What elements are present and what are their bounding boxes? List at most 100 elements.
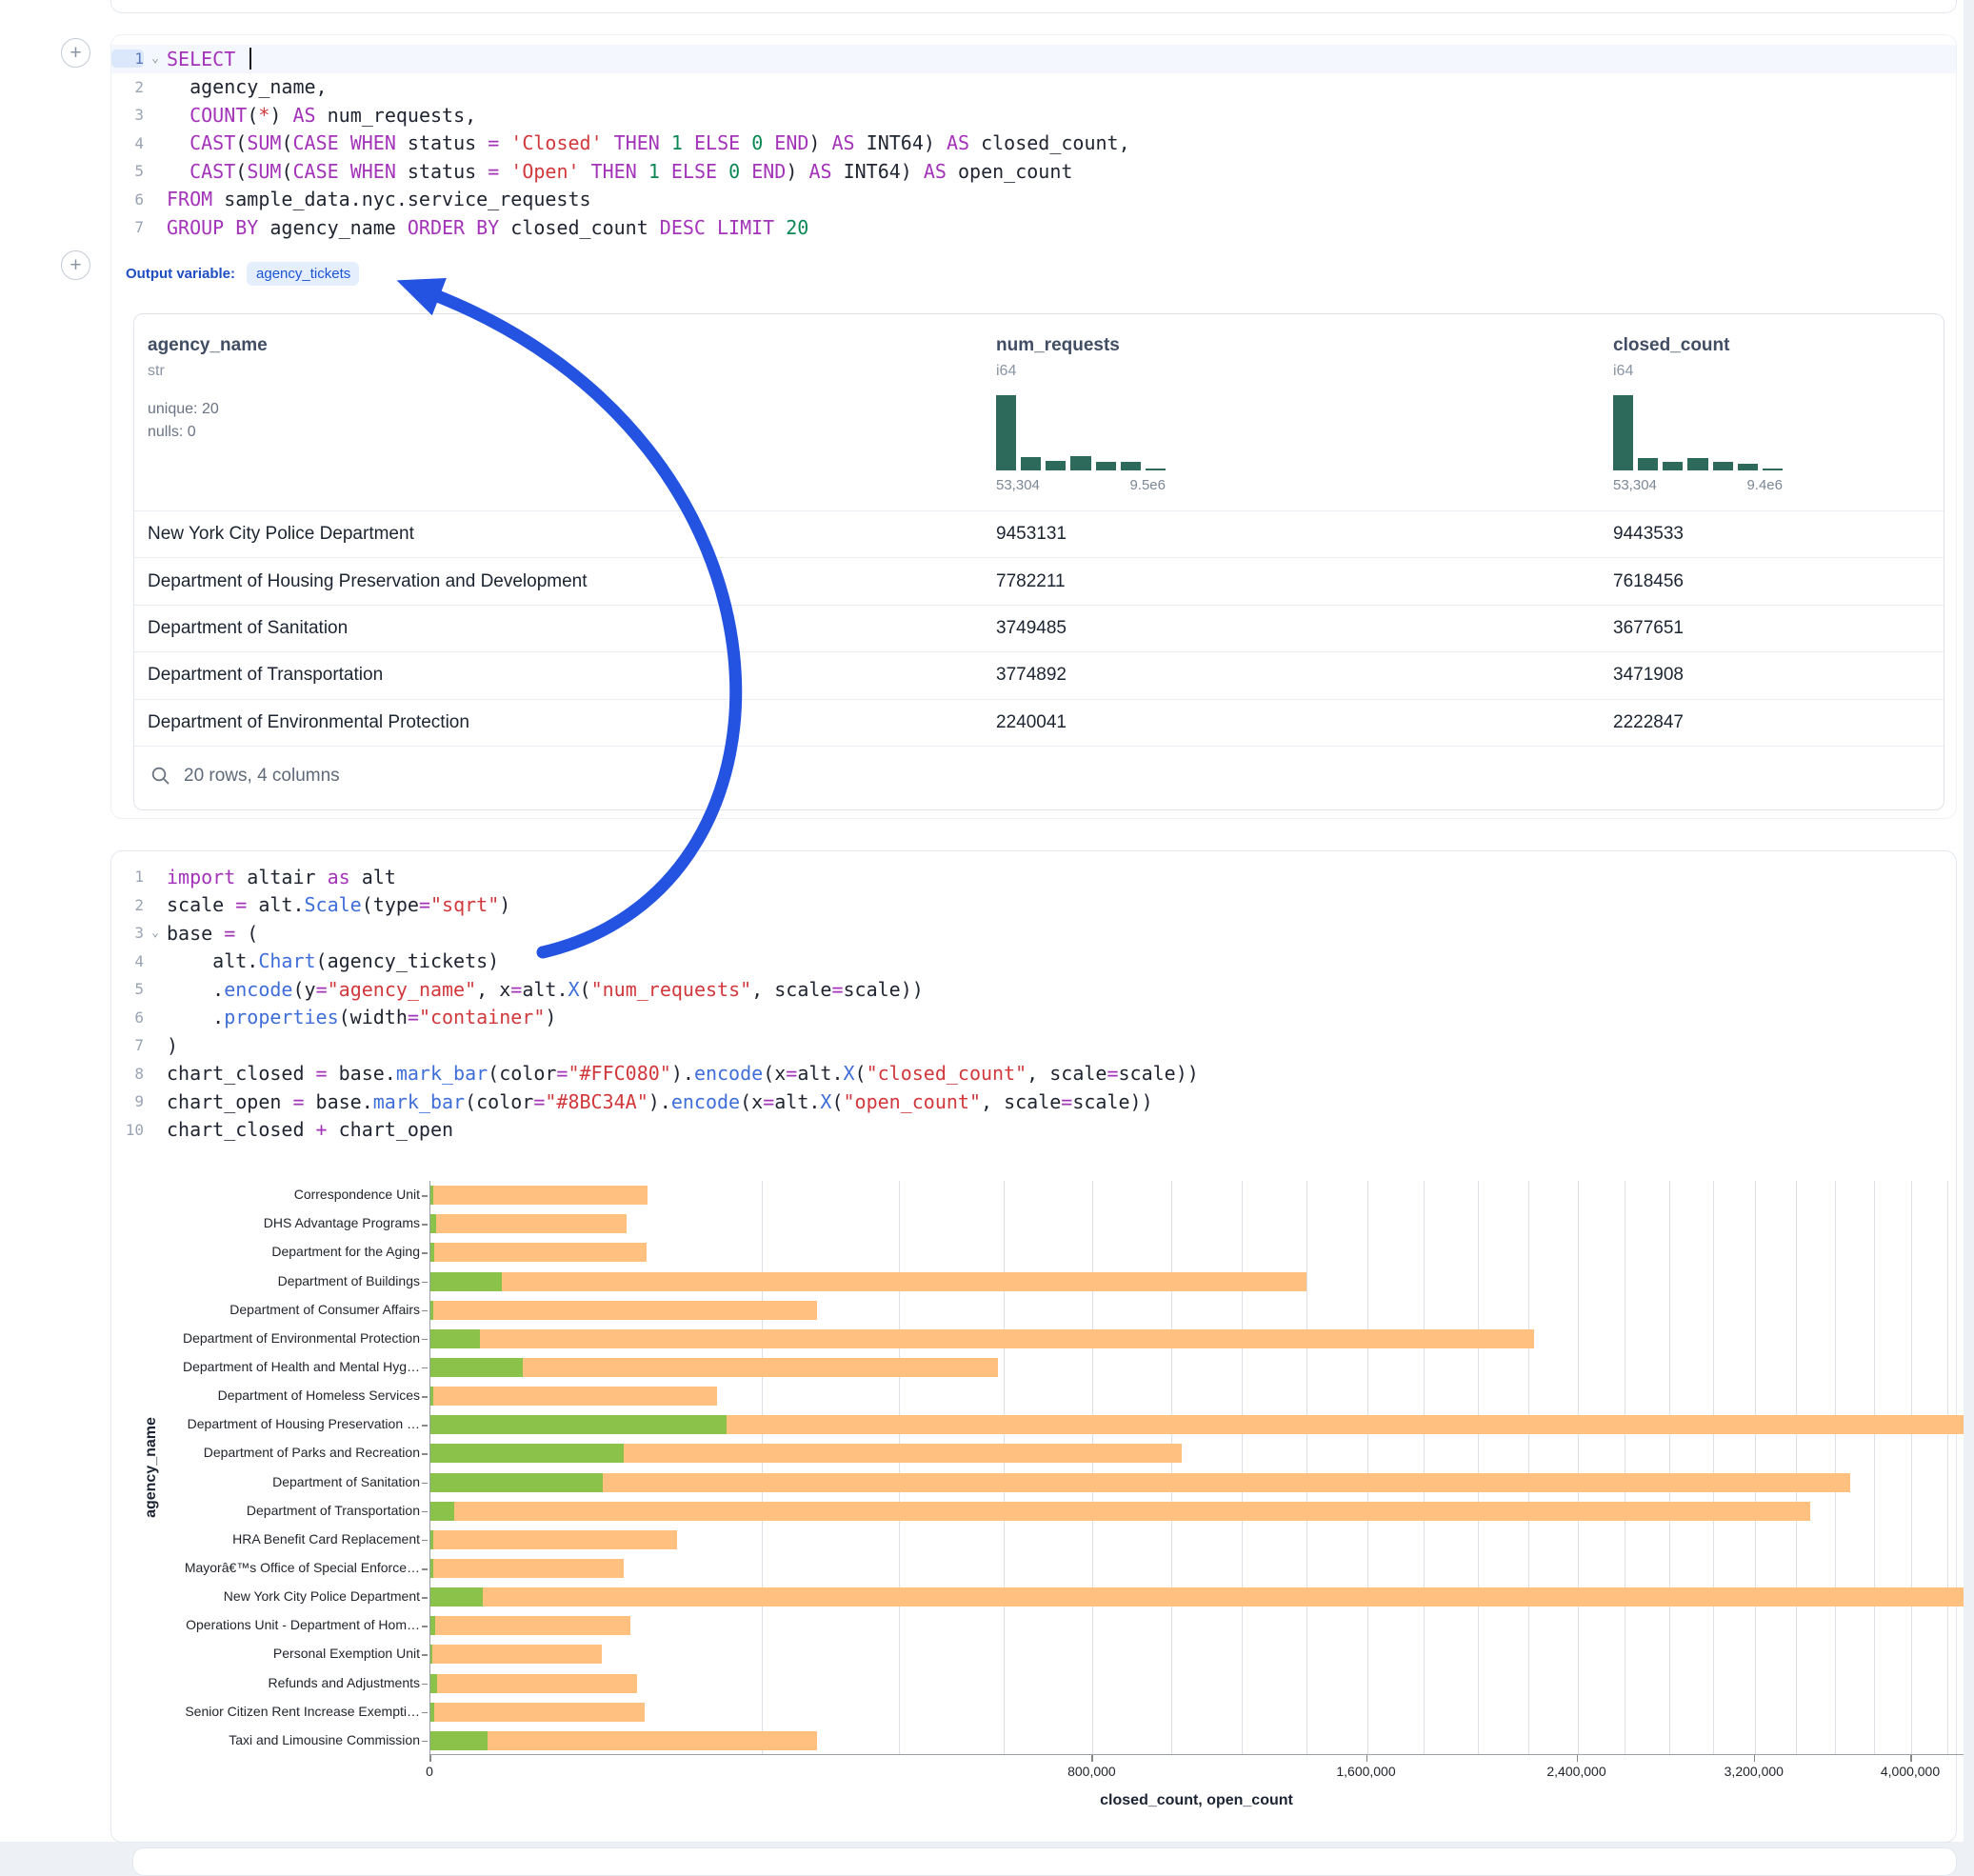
table-row[interactable]: Department of Environmental Protection22… bbox=[134, 699, 1944, 746]
table-row[interactable]: Department of Transportation377489234719… bbox=[134, 651, 1944, 698]
chart-plot-area bbox=[429, 1181, 1964, 1755]
column-type: i64 bbox=[996, 363, 1613, 380]
line-number: 5 bbox=[111, 980, 144, 998]
add-cell-button-middle[interactable]: + bbox=[61, 250, 90, 280]
code-text: .encode(y="agency_name", x=alt.X("num_re… bbox=[167, 978, 1956, 1001]
output-variable-badge[interactable]: agency_tickets bbox=[247, 262, 359, 286]
y-axis-label: Personal Exemption Unit bbox=[111, 1646, 420, 1661]
previous-cell-edge bbox=[110, 0, 1957, 13]
code-text: alt.Chart(agency_tickets) bbox=[167, 949, 1956, 972]
y-tick-mark bbox=[422, 1425, 428, 1427]
code-line[interactable]: 8chart_closed = base.mark_bar(color="#FF… bbox=[111, 1060, 1956, 1088]
code-text: COUNT(*) AS num_requests, bbox=[167, 104, 1956, 127]
bar-open_count bbox=[430, 1587, 483, 1607]
sql-code-editor[interactable]: 1⌄SELECT 2 agency_name,3 COUNT(*) AS num… bbox=[111, 45, 1956, 242]
bar-open_count bbox=[430, 1731, 488, 1750]
column-name: agency_name bbox=[148, 335, 996, 356]
table-cell: Department of Transportation bbox=[134, 665, 996, 686]
code-text: GROUP BY agency_name ORDER BY closed_cou… bbox=[167, 216, 1956, 239]
y-tick-mark bbox=[422, 1367, 428, 1369]
bar-open_count bbox=[430, 1559, 433, 1578]
add-cell-button-top[interactable]: + bbox=[61, 38, 90, 68]
x-tick-mark bbox=[1091, 1755, 1093, 1762]
line-number: 6 bbox=[111, 190, 144, 209]
bar-closed_count bbox=[430, 1530, 677, 1549]
histogram-bar bbox=[1096, 462, 1116, 470]
bar-closed_count bbox=[430, 1387, 717, 1406]
code-line[interactable]: 7GROUP BY agency_name ORDER BY closed_co… bbox=[111, 213, 1956, 242]
code-line[interactable]: 7) bbox=[111, 1031, 1956, 1060]
code-line[interactable]: 3⌄base = ( bbox=[111, 919, 1956, 948]
x-axis-tick-label: 4,000,000 bbox=[1881, 1764, 1940, 1779]
next-cell-edge bbox=[132, 1847, 1957, 1876]
code-line[interactable]: 6 .properties(width="container") bbox=[111, 1004, 1956, 1032]
table-cell: 2240041 bbox=[996, 712, 1613, 733]
line-number: 2 bbox=[111, 78, 144, 96]
x-axis-tick-label: 2,400,000 bbox=[1546, 1764, 1605, 1779]
bar-closed_count bbox=[430, 1214, 627, 1233]
sql-cell[interactable]: 1⌄SELECT 2 agency_name,3 COUNT(*) AS num… bbox=[110, 34, 1957, 819]
y-axis-label: Department of Health and Mental Hyg… bbox=[111, 1359, 420, 1374]
gridline bbox=[1004, 1181, 1005, 1755]
column-header-num-requests: num_requests i64 53,304 9.5e6 bbox=[996, 335, 1613, 493]
bar-closed_count bbox=[430, 1587, 1964, 1607]
x-tick-mark bbox=[1754, 1755, 1756, 1762]
x-axis-tick-label: 800,000 bbox=[1067, 1764, 1116, 1779]
histogram-bar bbox=[1713, 462, 1733, 470]
line-number: 7 bbox=[111, 1036, 144, 1054]
histogram-min: 53,304 bbox=[1613, 477, 1657, 493]
y-axis-label: Mayorâ€™s Office of Special Enforce… bbox=[111, 1560, 420, 1575]
bar-closed_count bbox=[430, 1703, 645, 1722]
y-axis-label: Refunds and Adjustments bbox=[111, 1675, 420, 1690]
histogram-bar bbox=[1613, 395, 1633, 470]
fold-chevron-icon[interactable]: ⌄ bbox=[144, 926, 167, 940]
code-line[interactable]: 2 agency_name, bbox=[111, 73, 1956, 102]
line-number: 1 bbox=[111, 50, 144, 68]
code-text: scale = alt.Scale(type="sqrt") bbox=[167, 893, 1956, 916]
bar-open_count bbox=[430, 1214, 436, 1233]
y-tick-mark bbox=[422, 1684, 428, 1686]
code-line[interactable]: 5 CAST(SUM(CASE WHEN status = 'Open' THE… bbox=[111, 157, 1956, 186]
bar-open_count bbox=[430, 1616, 435, 1635]
column-type: str bbox=[148, 363, 996, 380]
column-type: i64 bbox=[1613, 363, 1944, 380]
line-number: 4 bbox=[111, 952, 144, 970]
code-line[interactable]: 9chart_open = base.mark_bar(color="#8BC3… bbox=[111, 1088, 1956, 1116]
python-cell[interactable]: 1import altair as alt 2 scale = alt.Scale(… bbox=[110, 850, 1957, 1843]
table-row[interactable]: New York City Police Department945313194… bbox=[134, 510, 1944, 557]
code-line[interactable]: 3 COUNT(*) AS num_requests, bbox=[111, 101, 1956, 130]
table-row[interactable]: Department of Sanitation37494853677651 bbox=[134, 605, 1944, 651]
gridline bbox=[1669, 1181, 1670, 1755]
line-number: 2 bbox=[111, 896, 144, 914]
python-code-editor[interactable]: 1import altair as alt 2 scale = alt.Scale(… bbox=[111, 863, 1956, 1144]
search-icon[interactable] bbox=[150, 765, 172, 788]
code-text: SELECT bbox=[167, 48, 1956, 70]
code-line[interactable]: 10chart_closed + chart_open bbox=[111, 1116, 1956, 1145]
code-line[interactable]: 6FROM sample_data.nyc.service_requests bbox=[111, 186, 1956, 214]
gridline bbox=[1755, 1181, 1756, 1755]
code-line[interactable]: 4 CAST(SUM(CASE WHEN status = 'Closed' T… bbox=[111, 130, 1956, 158]
code-line[interactable]: 1⌄SELECT bbox=[111, 45, 1956, 73]
code-text: .properties(width="container") bbox=[167, 1006, 1956, 1028]
bar-open_count bbox=[430, 1674, 437, 1693]
table-cell: 3749485 bbox=[996, 618, 1613, 639]
y-tick-mark bbox=[422, 1339, 428, 1341]
histogram-bar bbox=[1738, 464, 1758, 470]
gridline bbox=[1306, 1181, 1307, 1755]
table-row[interactable]: Department of Housing Preservation and D… bbox=[134, 557, 1944, 604]
histogram-bar bbox=[1663, 462, 1683, 470]
code-line[interactable]: 4 alt.Chart(agency_tickets) bbox=[111, 948, 1956, 976]
bar-open_count bbox=[430, 1530, 433, 1549]
fold-chevron-icon[interactable]: ⌄ bbox=[144, 51, 167, 66]
code-line[interactable]: 1import altair as alt bbox=[111, 863, 1956, 891]
bar-open_count bbox=[430, 1645, 432, 1664]
gridline bbox=[1911, 1181, 1912, 1755]
y-axis-label: Department for the Aging bbox=[111, 1244, 420, 1259]
bar-open_count bbox=[430, 1473, 603, 1492]
y-tick-mark bbox=[422, 1310, 428, 1312]
bar-closed_count bbox=[430, 1473, 1850, 1492]
x-tick-mark bbox=[1366, 1755, 1368, 1762]
table-cell: Department of Environmental Protection bbox=[134, 712, 996, 733]
code-line[interactable]: 5 .encode(y="agency_name", x=alt.X("num_… bbox=[111, 975, 1956, 1004]
code-line[interactable]: 2 scale = alt.Scale(type="sqrt") bbox=[111, 891, 1956, 920]
